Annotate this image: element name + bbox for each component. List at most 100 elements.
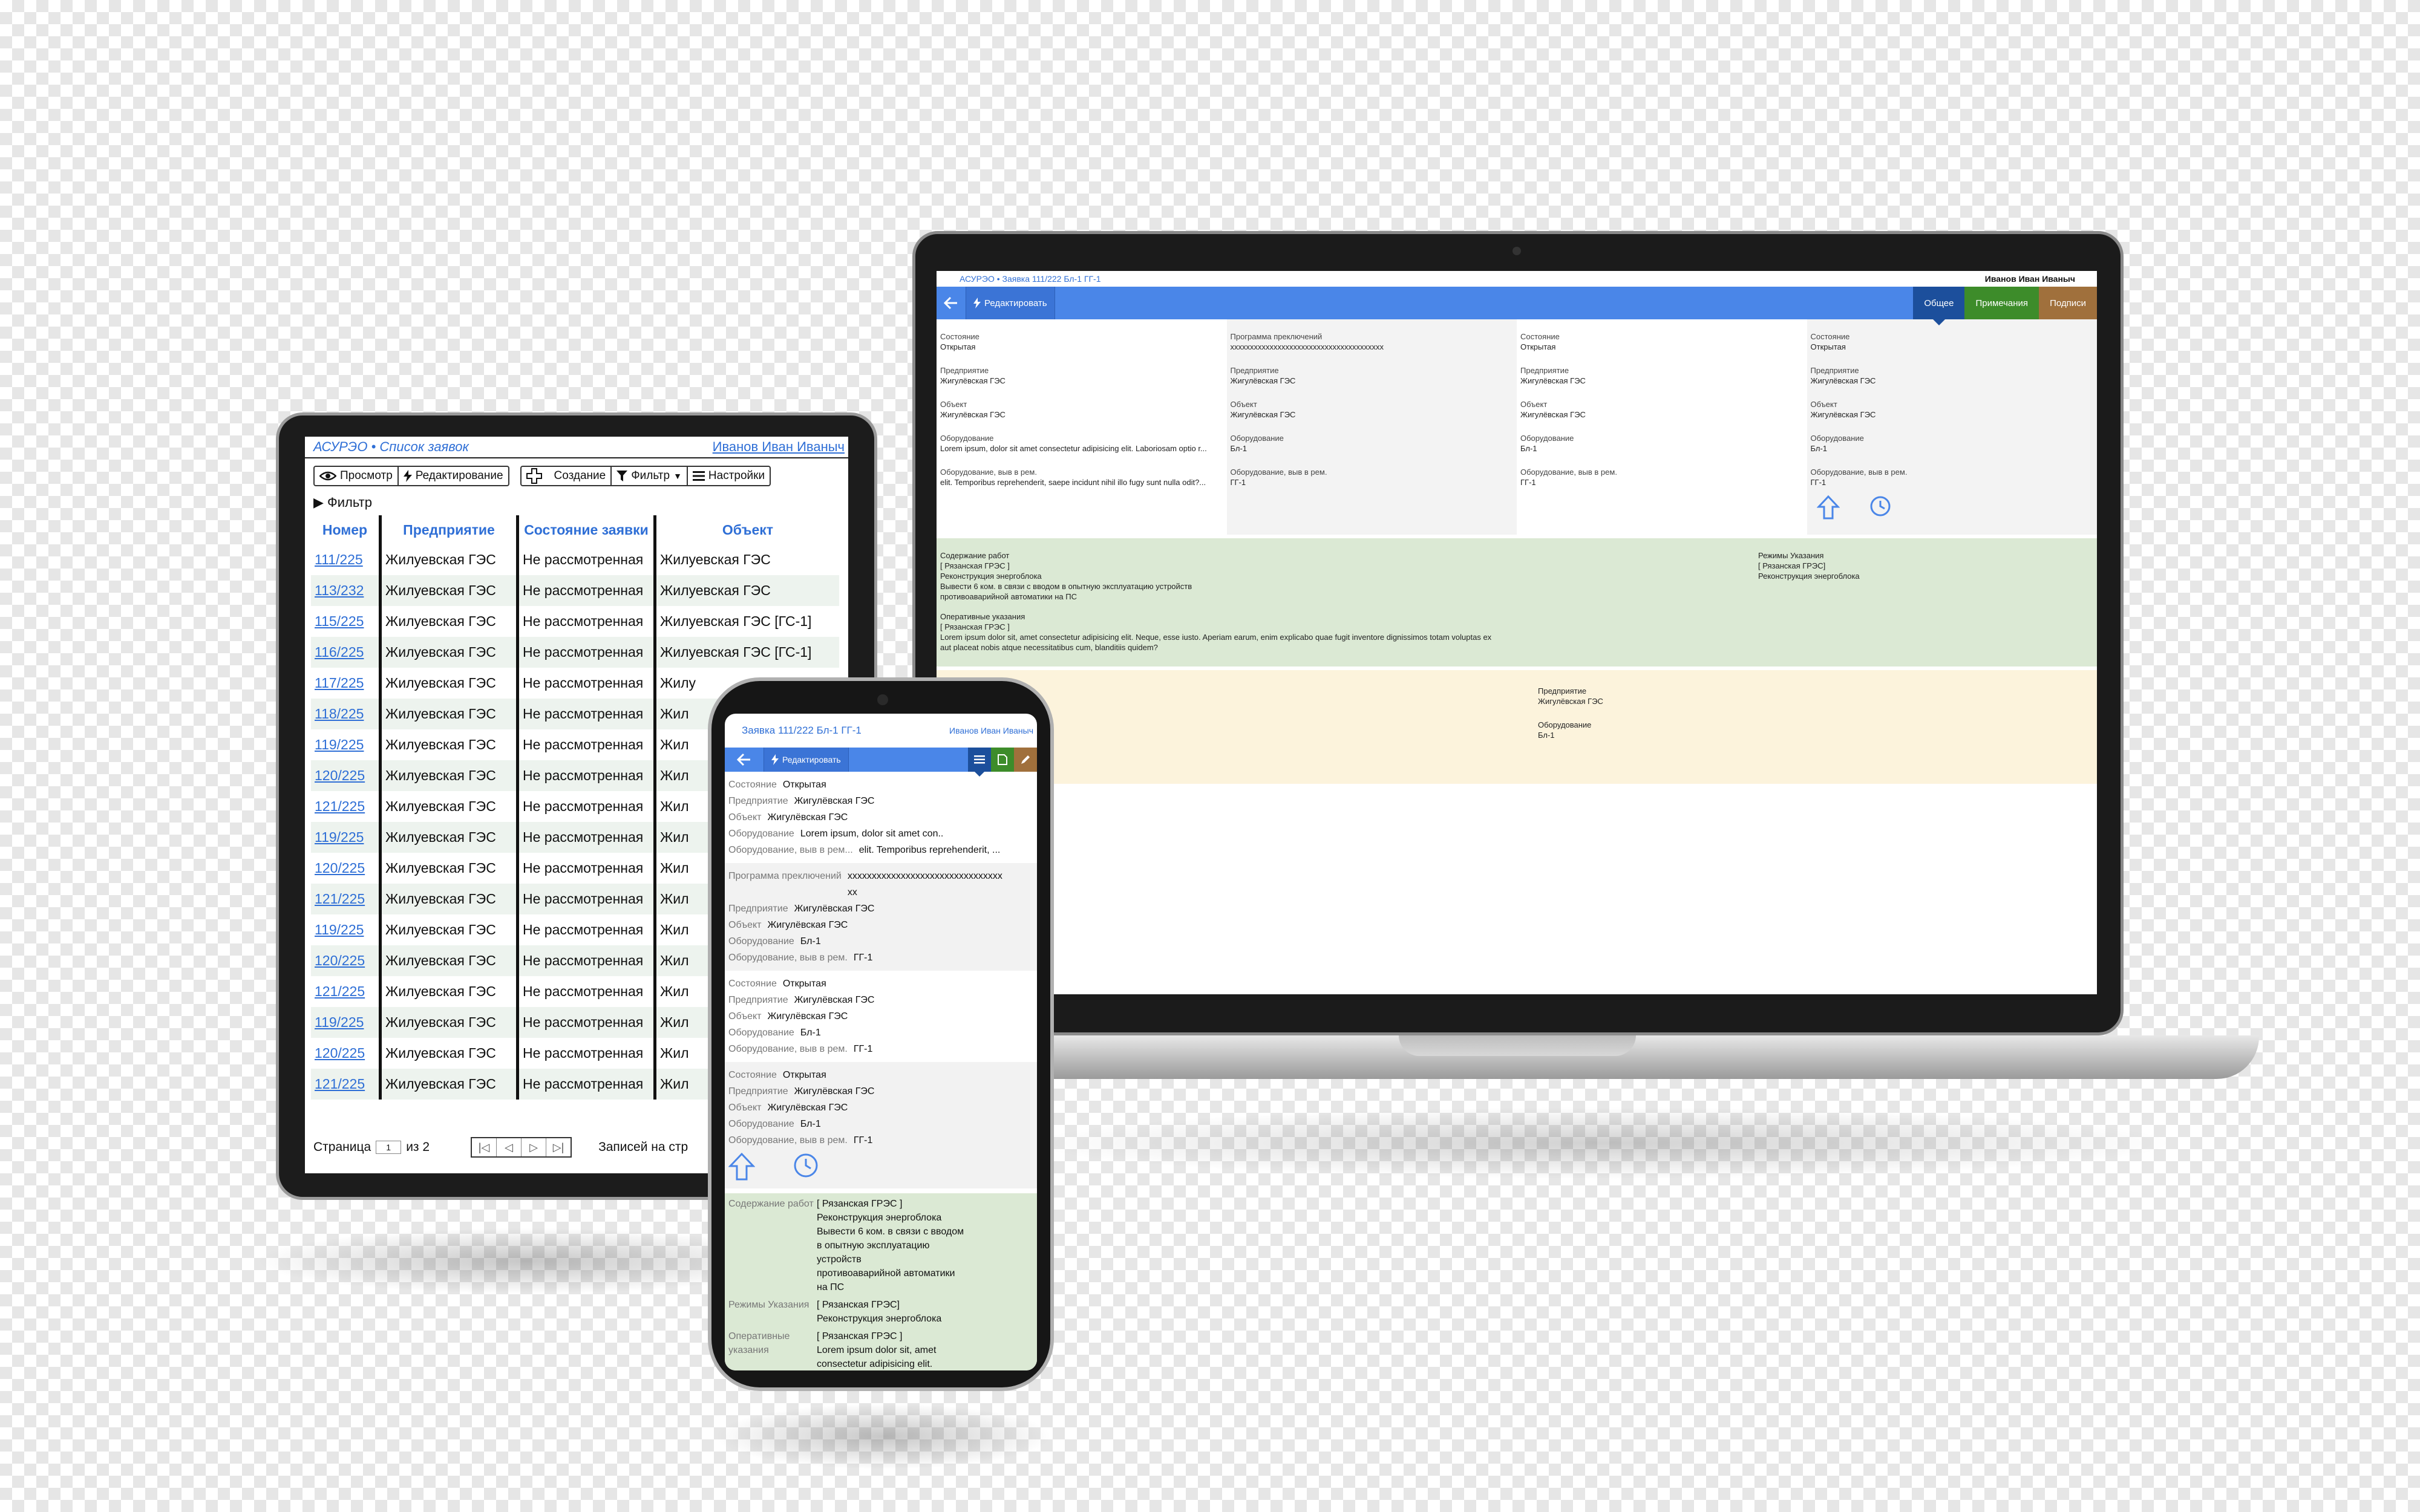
cell-number[interactable]: 121/225	[311, 1069, 381, 1100]
tab-notes[interactable]	[991, 748, 1014, 772]
cell-enterprise: Жилуевская ГЭС	[379, 1038, 518, 1069]
tab-signatures[interactable]	[1014, 748, 1037, 772]
field-label: Оборудование, выв в рем.	[728, 1044, 848, 1054]
phone-work-panel: Содержание работ [ Рязанская ГРЭС ] Реко…	[725, 1193, 1037, 1370]
cell-number[interactable]: 113/232	[311, 575, 381, 606]
cell-number[interactable]: 117/225	[311, 668, 381, 699]
tab-notes[interactable]: Примечания	[1964, 287, 2039, 319]
table-row[interactable]: 116/225 Жилуевская ГЭС Не рассмотренная Жил…	[311, 637, 839, 668]
clock-icon[interactable]	[793, 1152, 819, 1179]
cell-object: Жилуевская ГЭС	[653, 575, 839, 606]
laptop-detail-columns: Состояние Открытая Предприятие Жигулёвская…	[937, 319, 2097, 535]
field-label: Оборудование, выв в рем.	[1520, 468, 1617, 477]
cell-object: Жилуевская ГЭС [ГС-1]	[653, 637, 839, 668]
cell-status: Не рассмотренная	[516, 699, 655, 729]
edit-button[interactable]: Редактировать	[764, 748, 849, 772]
last-page-button[interactable]: ▷|	[546, 1138, 571, 1156]
cell-number[interactable]: 121/225	[311, 884, 381, 914]
records-per-page-label: Записей на стр	[598, 1140, 688, 1154]
table-row[interactable]: 113/232 Жилуевская ГЭС Не рассмотренная Жил…	[311, 575, 839, 606]
cell-number[interactable]: 121/225	[311, 976, 381, 1007]
field-label: Объект	[940, 400, 967, 409]
settings-button[interactable]: Настройки	[686, 467, 770, 485]
cell-number[interactable]: 120/225	[311, 1038, 381, 1069]
cell-number[interactable]: 111/225	[311, 544, 381, 575]
field-label: Предприятие	[1520, 366, 1569, 375]
field-label: Оборудование	[1520, 434, 1574, 443]
first-page-button[interactable]: |◁	[472, 1138, 497, 1156]
cell-number[interactable]: 119/225	[311, 729, 381, 760]
cell-status: Не рассмотренная	[516, 914, 655, 945]
field-label: Состояние	[728, 780, 777, 790]
cell-enterprise: Жилуевская ГЭС	[379, 606, 518, 637]
field-value: Жигулёвская ГЭС	[794, 995, 875, 1005]
filter-button-label: Фильтр	[631, 469, 670, 482]
prev-page-button[interactable]: ◁	[497, 1138, 522, 1156]
document-icon	[998, 754, 1007, 765]
tab-general[interactable]	[968, 748, 991, 777]
modes-line: Реконструкция энергоблока	[1758, 572, 1860, 581]
clock-icon[interactable]	[1869, 495, 1892, 518]
next-page-button[interactable]: ▷	[522, 1138, 547, 1156]
column-header[interactable]: Предприятие	[379, 515, 518, 544]
work-content-panel: Содержание работ [ Рязанская ГРЭС ] Реко…	[937, 538, 2097, 666]
arrow-left-icon	[737, 753, 750, 766]
instructions-line: Lorem ipsum dolor sit, amet consectetur …	[940, 633, 1492, 642]
field-value: ГГ-1	[853, 1044, 873, 1054]
cell-status: Не рассмотренная	[516, 575, 655, 606]
cell-number[interactable]: 115/225	[311, 606, 381, 637]
view-button[interactable]: Просмотр	[315, 467, 397, 485]
tab-general[interactable]: Общее	[1913, 287, 1965, 325]
column-header[interactable]: Номер	[311, 515, 381, 544]
field-value: ГГ-1	[1810, 478, 1826, 487]
field-label: Оборудование	[728, 936, 794, 947]
column-header[interactable]: Объект	[653, 515, 839, 544]
page-count: из 2	[406, 1140, 430, 1154]
work-line: противоаварийной автоматики	[817, 1268, 955, 1279]
edit-mode-button-label: Редактирование	[415, 469, 503, 482]
tablet-user-name[interactable]: Иванов Иван Иваныч	[713, 439, 845, 455]
cell-number[interactable]: 116/225	[311, 637, 381, 668]
cell-number[interactable]: 118/225	[311, 699, 381, 729]
field-label: Оборудование	[1810, 434, 1864, 443]
back-button[interactable]	[725, 748, 764, 772]
create-button[interactable]: Создание	[522, 467, 611, 485]
edit-button[interactable]: Редактировать	[966, 287, 1055, 319]
page-input[interactable]: 1	[376, 1141, 402, 1154]
cell-enterprise: Жилуевская ГЭС	[379, 853, 518, 884]
cell-number[interactable]: 121/225	[311, 791, 381, 822]
arrow-up-icon[interactable]	[728, 1152, 755, 1181]
field-value: ГГ-1	[1230, 478, 1246, 487]
cell-number[interactable]: 120/225	[311, 760, 381, 791]
laptop-user-name[interactable]: Иванов Иван Иваныч	[1985, 274, 2075, 284]
cell-number[interactable]: 119/225	[311, 822, 381, 853]
field-label: Оборудование, выв в рем.	[1230, 468, 1327, 477]
filter-toggle[interactable]: ▶ Фильтр	[305, 490, 848, 515]
cell-status: Не рассмотренная	[516, 544, 655, 575]
arrow-up-icon[interactable]	[1816, 495, 1840, 520]
field-label: Объект	[728, 1103, 762, 1113]
cell-number[interactable]: 120/225	[311, 945, 381, 976]
field-value: Жигулёвская ГЭС	[767, 1103, 848, 1113]
field-label: Состояние	[1520, 332, 1560, 341]
table-row[interactable]: 111/225 Жилуевская ГЭС Не рассмотренная Жил…	[311, 544, 839, 575]
phone-user-name[interactable]: Иванов Иван Иваныч	[949, 726, 1033, 735]
table-row[interactable]: 115/225 Жилуевская ГЭС Не рассмотренная Жил…	[311, 606, 839, 637]
cell-number[interactable]: 120/225	[311, 853, 381, 884]
field-label: Предприятие	[1538, 686, 1587, 696]
column-header[interactable]: Состояние заявки	[516, 515, 655, 544]
tab-signatures[interactable]: Подписи	[2039, 287, 2097, 319]
chevron-down-icon: ▼	[673, 471, 682, 481]
back-button[interactable]	[937, 287, 966, 319]
detail-column-2: Программа преключений xxxxxxxxxxxxxxxxxxx…	[1226, 319, 1517, 535]
work-line: [ Рязанская ГРЭС ]	[940, 561, 1010, 570]
field-label: Предприятие	[728, 1086, 788, 1097]
field-value: elit. Temporibus reprehenderit, ...	[858, 845, 1001, 855]
cell-number[interactable]: 119/225	[311, 1007, 381, 1038]
field-label: Объект	[728, 1011, 762, 1022]
phone-title-bar: Заявка 111/222 Бл-1 ГГ-1 Иванов Иван Ива…	[725, 714, 1037, 748]
cell-number[interactable]: 119/225	[311, 914, 381, 945]
field-label: Состояние	[1810, 332, 1850, 341]
edit-mode-button[interactable]: Редактирование	[397, 467, 508, 485]
filter-button[interactable]: Фильтр ▼	[610, 467, 687, 485]
